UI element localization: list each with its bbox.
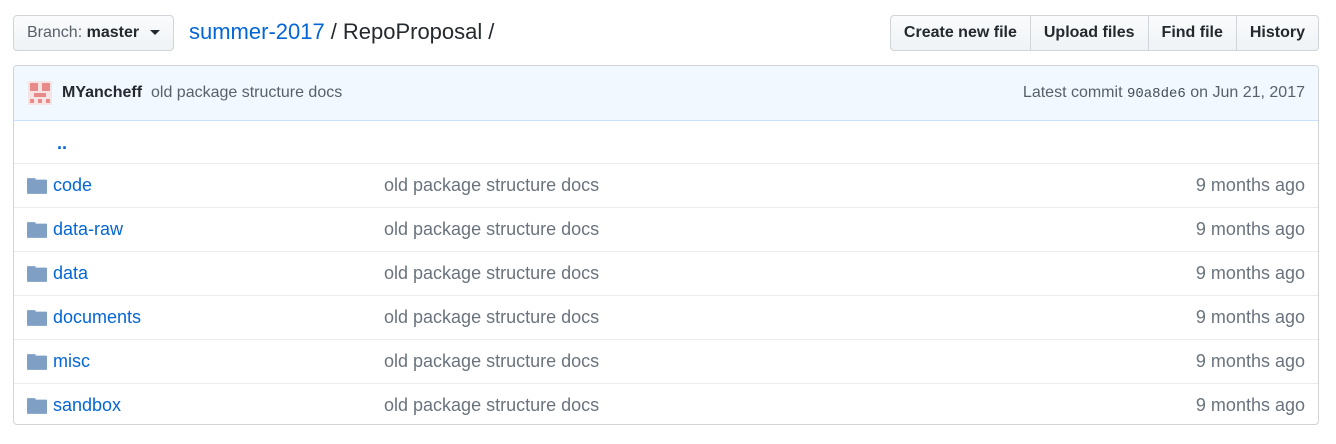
file-row: documents old package structure docs 9 mon… [14, 296, 1318, 340]
breadcrumb-trailing-separator: / [488, 19, 495, 44]
file-age: 9 months ago [1195, 175, 1305, 195]
file-actions-group: Create new file Upload files Find file H… [889, 15, 1319, 51]
latest-commit-bar: MYancheff old package structure docs Lat… [14, 66, 1318, 121]
file-age: 9 months ago [1195, 219, 1305, 239]
file-row: misc old package structure docs 9 months a… [14, 340, 1318, 384]
folder-icon [27, 266, 47, 282]
folder-icon [27, 222, 47, 238]
file-row: data old package structure docs 9 months a… [14, 252, 1318, 296]
file-age: 9 months ago [1195, 395, 1305, 415]
file-name-link[interactable]: sandbox [53, 384, 121, 424]
file-commit-message-link[interactable]: old package structure docs [384, 340, 599, 383]
history-button[interactable]: History [1235, 15, 1319, 51]
parent-directory-link[interactable]: .. [57, 121, 67, 165]
file-row: code old package structure docs 9 months a… [14, 164, 1318, 208]
parent-directory-row: .. [14, 121, 1318, 164]
commit-author-link[interactable]: MYancheff [62, 66, 142, 119]
file-row: data-raw old package structure docs 9 mont… [14, 208, 1318, 252]
folder-icon [27, 354, 47, 370]
file-commit-message-link[interactable]: old package structure docs [384, 384, 599, 424]
breadcrumb-repo-link[interactable]: summer-2017 [189, 19, 325, 44]
file-navigation: Branch: master summer-2017/RepoProposal /… [13, 15, 1319, 51]
file-commit-message-link[interactable]: old package structure docs [384, 164, 599, 207]
branch-prefix-label: Branch: [27, 24, 83, 41]
find-file-button[interactable]: Find file [1147, 15, 1237, 51]
file-name-link[interactable]: documents [53, 296, 141, 339]
caret-down-icon [149, 30, 160, 36]
folder-icon [27, 398, 47, 414]
file-list: code old package structure docs 9 months a… [14, 164, 1318, 424]
branch-name: master [86, 24, 140, 41]
breadcrumb-current-dir: RepoProposal [342, 19, 483, 44]
commit-date: on Jun 21, 2017 [1190, 84, 1305, 101]
file-age: 9 months ago [1195, 307, 1305, 327]
user-avatar[interactable] [28, 81, 52, 105]
file-age: 9 months ago [1195, 263, 1305, 283]
commit-message-link[interactable]: old package structure docs [151, 66, 342, 119]
breadcrumb: summer-2017/RepoProposal / [189, 15, 500, 51]
file-table: MYancheff old package structure docs Lat… [13, 65, 1319, 425]
file-name-link[interactable]: code [53, 164, 92, 207]
file-age: 9 months ago [1195, 351, 1305, 371]
commit-sha-link[interactable]: 90a8de6 [1127, 86, 1186, 102]
file-name-link[interactable]: misc [53, 340, 90, 383]
file-name-link[interactable]: data-raw [53, 208, 123, 251]
branch-select-button[interactable]: Branch: master [13, 15, 174, 51]
create-new-file-button[interactable]: Create new file [889, 15, 1031, 51]
latest-commit-prefix: Latest commit [1022, 84, 1123, 101]
file-name-link[interactable]: data [53, 252, 88, 295]
folder-icon [27, 178, 47, 194]
folder-icon [27, 310, 47, 326]
upload-files-button[interactable]: Upload files [1029, 15, 1149, 51]
latest-commit-info: Latest commit 90a8de6 on Jun 21, 2017 [1023, 66, 1305, 121]
breadcrumb-separator: / [330, 19, 337, 44]
file-commit-message-link[interactable]: old package structure docs [384, 296, 599, 339]
file-commit-message-link[interactable]: old package structure docs [384, 252, 599, 295]
file-commit-message-link[interactable]: old package structure docs [384, 208, 599, 251]
file-row: sandbox old package structure docs 9 month… [14, 384, 1318, 424]
